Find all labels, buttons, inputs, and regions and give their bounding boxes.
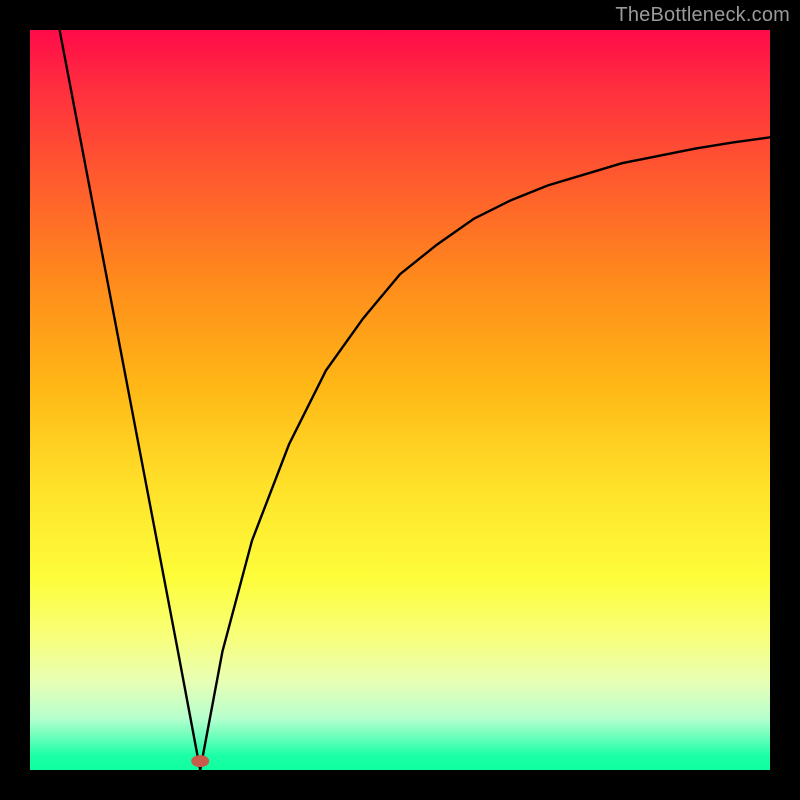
chart-frame: TheBottleneck.com xyxy=(0,0,800,800)
bottleneck-curve-right xyxy=(200,137,770,770)
watermark-text: TheBottleneck.com xyxy=(615,4,790,27)
plot-area xyxy=(30,30,770,770)
bottleneck-curve-left xyxy=(60,30,201,770)
minimum-marker xyxy=(191,755,209,767)
curve-layer xyxy=(30,30,770,770)
